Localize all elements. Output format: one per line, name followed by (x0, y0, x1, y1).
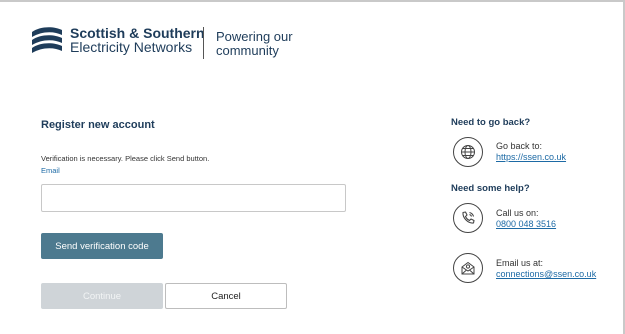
email-field-label: Email (41, 166, 60, 175)
call-us-label: Call us on: (496, 208, 539, 218)
globe-icon (453, 137, 483, 167)
go-back-heading: Need to go back? (451, 117, 531, 128)
brand-tagline: Powering our community (216, 30, 293, 58)
phone-number-link[interactable]: 0800 048 3516 (496, 219, 556, 230)
phone-icon (453, 203, 483, 233)
help-heading: Need some help? (451, 183, 530, 194)
verification-info-text: Verification is necessary. Please click … (41, 154, 210, 163)
brand-name: Scottish & Southern Electricity Networks (70, 26, 205, 54)
ssen-logo-icon (32, 27, 62, 53)
brand-name-line2: Electricity Networks (70, 39, 193, 55)
email-field[interactable] (41, 184, 346, 212)
cancel-button[interactable]: Cancel (165, 283, 287, 309)
contact-email-link[interactable]: connections@ssen.co.uk (496, 269, 596, 280)
tagline-line2: community (216, 43, 279, 58)
go-back-label: Go back to: (496, 141, 543, 151)
logo-divider (203, 27, 204, 59)
continue-button[interactable]: Continue (41, 283, 163, 309)
brand-name-line1: Scottish & Southern (70, 25, 205, 41)
form-title: Register new account (41, 119, 155, 131)
send-verification-code-button[interactable]: Send verification code (41, 233, 163, 259)
ssen-website-link[interactable]: https://ssen.co.uk (496, 152, 566, 163)
email-us-label: Email us at: (496, 258, 544, 268)
envelope-icon (453, 253, 483, 283)
tagline-line1: Powering our (216, 29, 293, 44)
